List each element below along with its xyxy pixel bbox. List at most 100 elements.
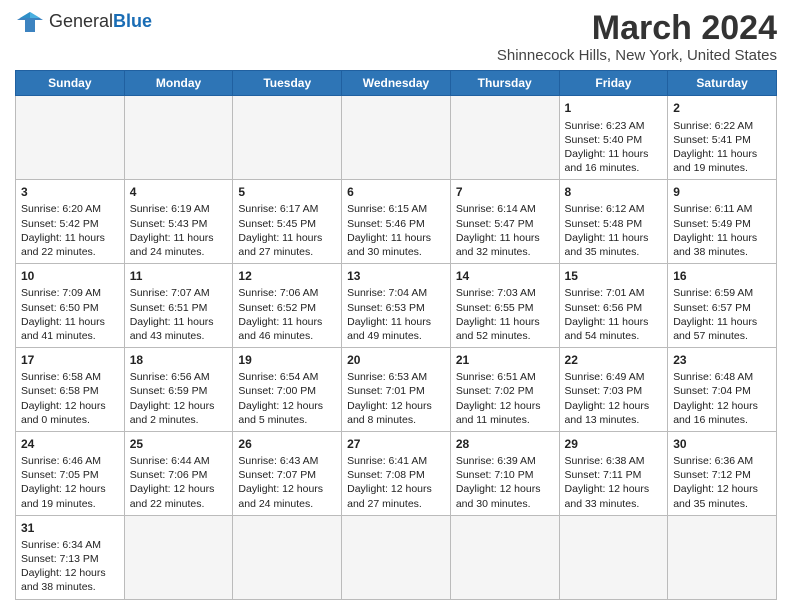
calendar-cell: 12Sunrise: 7:06 AM Sunset: 6:52 PM Dayli… bbox=[233, 264, 342, 348]
calendar-cell: 16 Sunrise: 6:59 AM Sunset: 6:57 PM Dayli… bbox=[668, 264, 777, 348]
day-info: Sunrise: 6:11 AM Sunset: 5:49 PM Dayligh… bbox=[673, 202, 771, 259]
day-number: 1 bbox=[565, 100, 663, 116]
weekday-header: Thursday bbox=[450, 71, 559, 96]
day-number: 6 bbox=[347, 184, 445, 200]
day-number: 26 bbox=[238, 436, 336, 452]
calendar-cell bbox=[450, 96, 559, 180]
day-number: 30 bbox=[673, 436, 771, 452]
calendar-cell: 11 Sunrise: 7:07 AM Sunset: 6:51 PM Dayli… bbox=[124, 264, 233, 348]
calendar-cell: 4Sunrise: 6:19 AM Sunset: 5:43 PM Daylig… bbox=[124, 180, 233, 264]
day-number: 11 bbox=[130, 268, 228, 284]
day-number: 18 bbox=[130, 352, 228, 368]
calendar-cell bbox=[450, 515, 559, 599]
day-number: 27 bbox=[347, 436, 445, 452]
calendar-cell: 5Sunrise: 6:17 AM Sunset: 5:45 PM Daylig… bbox=[233, 180, 342, 264]
day-number: 22 bbox=[565, 352, 663, 368]
calendar-cell: 2Sunrise: 6:22 AM Sunset: 5:41 PM Daylig… bbox=[668, 96, 777, 180]
day-info: Sunrise: 6:38 AM Sunset: 7:11 PM Dayligh… bbox=[565, 454, 663, 511]
day-info: Sunrise: 6:59 AM Sunset: 6:57 PM Dayligh… bbox=[673, 286, 771, 343]
day-number: 17 bbox=[21, 352, 119, 368]
calendar-cell: 27 Sunrise: 6:41 AM Sunset: 7:08 PM Dayli… bbox=[342, 431, 451, 515]
calendar-cell: 1 Sunrise: 6:23 AM Sunset: 5:40 PM Daylig… bbox=[559, 96, 668, 180]
calendar-cell bbox=[342, 96, 451, 180]
calendar-cell: 15Sunrise: 7:01 AM Sunset: 6:56 PM Dayli… bbox=[559, 264, 668, 348]
day-number: 24 bbox=[21, 436, 119, 452]
day-number: 23 bbox=[673, 352, 771, 368]
day-number: 9 bbox=[673, 184, 771, 200]
day-info: Sunrise: 6:15 AM Sunset: 5:46 PM Dayligh… bbox=[347, 202, 445, 259]
day-info: Sunrise: 6:39 AM Sunset: 7:10 PM Dayligh… bbox=[456, 454, 554, 511]
calendar-cell: 13Sunrise: 7:04 AM Sunset: 6:53 PM Dayli… bbox=[342, 264, 451, 348]
day-number: 10 bbox=[21, 268, 119, 284]
day-number: 20 bbox=[347, 352, 445, 368]
calendar-week-row: 17 Sunrise: 6:58 AM Sunset: 6:58 PM Dayli… bbox=[16, 348, 777, 432]
logo-text: GeneralBlue bbox=[49, 12, 152, 32]
calendar-cell: 18 Sunrise: 6:56 AM Sunset: 6:59 PM Dayli… bbox=[124, 348, 233, 432]
calendar-week-row: 31Sunrise: 6:34 AM Sunset: 7:13 PM Dayli… bbox=[16, 515, 777, 599]
day-number: 15 bbox=[565, 268, 663, 284]
weekday-header: Sunday bbox=[16, 71, 125, 96]
calendar-cell bbox=[124, 96, 233, 180]
day-info: Sunrise: 6:20 AM Sunset: 5:42 PM Dayligh… bbox=[21, 202, 119, 259]
calendar-cell: 20 Sunrise: 6:53 AM Sunset: 7:01 PM Dayli… bbox=[342, 348, 451, 432]
day-info: Sunrise: 6:51 AM Sunset: 7:02 PM Dayligh… bbox=[456, 370, 554, 427]
calendar-week-row: 1 Sunrise: 6:23 AM Sunset: 5:40 PM Daylig… bbox=[16, 96, 777, 180]
day-number: 31 bbox=[21, 520, 119, 536]
day-number: 3 bbox=[21, 184, 119, 200]
day-info: Sunrise: 6:56 AM Sunset: 6:59 PM Dayligh… bbox=[130, 370, 228, 427]
location-title: Shinnecock Hills, New York, United State… bbox=[497, 47, 777, 64]
calendar-cell: 24 Sunrise: 6:46 AM Sunset: 7:05 PM Dayli… bbox=[16, 431, 125, 515]
day-info: Sunrise: 6:12 AM Sunset: 5:48 PM Dayligh… bbox=[565, 202, 663, 259]
calendar-cell: 25 Sunrise: 6:44 AM Sunset: 7:06 PM Dayli… bbox=[124, 431, 233, 515]
day-info: Sunrise: 6:23 AM Sunset: 5:40 PM Dayligh… bbox=[565, 119, 663, 176]
weekday-header: Wednesday bbox=[342, 71, 451, 96]
weekday-header: Friday bbox=[559, 71, 668, 96]
calendar-week-row: 10Sunrise: 7:09 AM Sunset: 6:50 PM Dayli… bbox=[16, 264, 777, 348]
day-number: 5 bbox=[238, 184, 336, 200]
day-number: 16 bbox=[673, 268, 771, 284]
title-area: March 2024 Shinnecock Hills, New York, U… bbox=[497, 10, 777, 64]
day-number: 29 bbox=[565, 436, 663, 452]
calendar-cell: 14Sunrise: 7:03 AM Sunset: 6:55 PM Dayli… bbox=[450, 264, 559, 348]
day-info: Sunrise: 6:53 AM Sunset: 7:01 PM Dayligh… bbox=[347, 370, 445, 427]
calendar-week-row: 3 Sunrise: 6:20 AM Sunset: 5:42 PM Daylig… bbox=[16, 180, 777, 264]
day-number: 4 bbox=[130, 184, 228, 200]
calendar-cell: 17 Sunrise: 6:58 AM Sunset: 6:58 PM Dayli… bbox=[16, 348, 125, 432]
calendar-table: SundayMondayTuesdayWednesdayThursdayFrid… bbox=[15, 70, 777, 599]
day-info: Sunrise: 7:04 AM Sunset: 6:53 PM Dayligh… bbox=[347, 286, 445, 343]
day-number: 8 bbox=[565, 184, 663, 200]
calendar-week-row: 24 Sunrise: 6:46 AM Sunset: 7:05 PM Dayli… bbox=[16, 431, 777, 515]
day-number: 21 bbox=[456, 352, 554, 368]
calendar-cell: 23 Sunrise: 6:48 AM Sunset: 7:04 PM Dayli… bbox=[668, 348, 777, 432]
day-info: Sunrise: 6:49 AM Sunset: 7:03 PM Dayligh… bbox=[565, 370, 663, 427]
weekday-header: Saturday bbox=[668, 71, 777, 96]
day-info: Sunrise: 6:41 AM Sunset: 7:08 PM Dayligh… bbox=[347, 454, 445, 511]
calendar-cell: 9 Sunrise: 6:11 AM Sunset: 5:49 PM Daylig… bbox=[668, 180, 777, 264]
calendar-cell: 22 Sunrise: 6:49 AM Sunset: 7:03 PM Dayli… bbox=[559, 348, 668, 432]
calendar-cell: 6 Sunrise: 6:15 AM Sunset: 5:46 PM Daylig… bbox=[342, 180, 451, 264]
weekday-header: Monday bbox=[124, 71, 233, 96]
calendar-cell: 3 Sunrise: 6:20 AM Sunset: 5:42 PM Daylig… bbox=[16, 180, 125, 264]
calendar-cell: 30 Sunrise: 6:36 AM Sunset: 7:12 PM Dayli… bbox=[668, 431, 777, 515]
day-info: Sunrise: 6:46 AM Sunset: 7:05 PM Dayligh… bbox=[21, 454, 119, 511]
calendar-cell bbox=[342, 515, 451, 599]
weekday-header: Tuesday bbox=[233, 71, 342, 96]
calendar-cell bbox=[16, 96, 125, 180]
day-info: Sunrise: 6:44 AM Sunset: 7:06 PM Dayligh… bbox=[130, 454, 228, 511]
calendar-cell bbox=[233, 96, 342, 180]
day-number: 7 bbox=[456, 184, 554, 200]
day-info: Sunrise: 6:48 AM Sunset: 7:04 PM Dayligh… bbox=[673, 370, 771, 427]
day-number: 19 bbox=[238, 352, 336, 368]
day-info: Sunrise: 7:07 AM Sunset: 6:51 PM Dayligh… bbox=[130, 286, 228, 343]
day-info: Sunrise: 6:14 AM Sunset: 5:47 PM Dayligh… bbox=[456, 202, 554, 259]
day-info: Sunrise: 7:06 AM Sunset: 6:52 PM Dayligh… bbox=[238, 286, 336, 343]
day-info: Sunrise: 6:58 AM Sunset: 6:58 PM Dayligh… bbox=[21, 370, 119, 427]
weekday-header-row: SundayMondayTuesdayWednesdayThursdayFrid… bbox=[16, 71, 777, 96]
day-number: 25 bbox=[130, 436, 228, 452]
calendar-cell: 7 Sunrise: 6:14 AM Sunset: 5:47 PM Daylig… bbox=[450, 180, 559, 264]
page-header: GeneralBlue March 2024 Shinnecock Hills,… bbox=[15, 10, 777, 64]
day-number: 28 bbox=[456, 436, 554, 452]
calendar-cell: 28 Sunrise: 6:39 AM Sunset: 7:10 PM Dayli… bbox=[450, 431, 559, 515]
month-title: March 2024 bbox=[497, 10, 777, 47]
day-info: Sunrise: 6:36 AM Sunset: 7:12 PM Dayligh… bbox=[673, 454, 771, 511]
